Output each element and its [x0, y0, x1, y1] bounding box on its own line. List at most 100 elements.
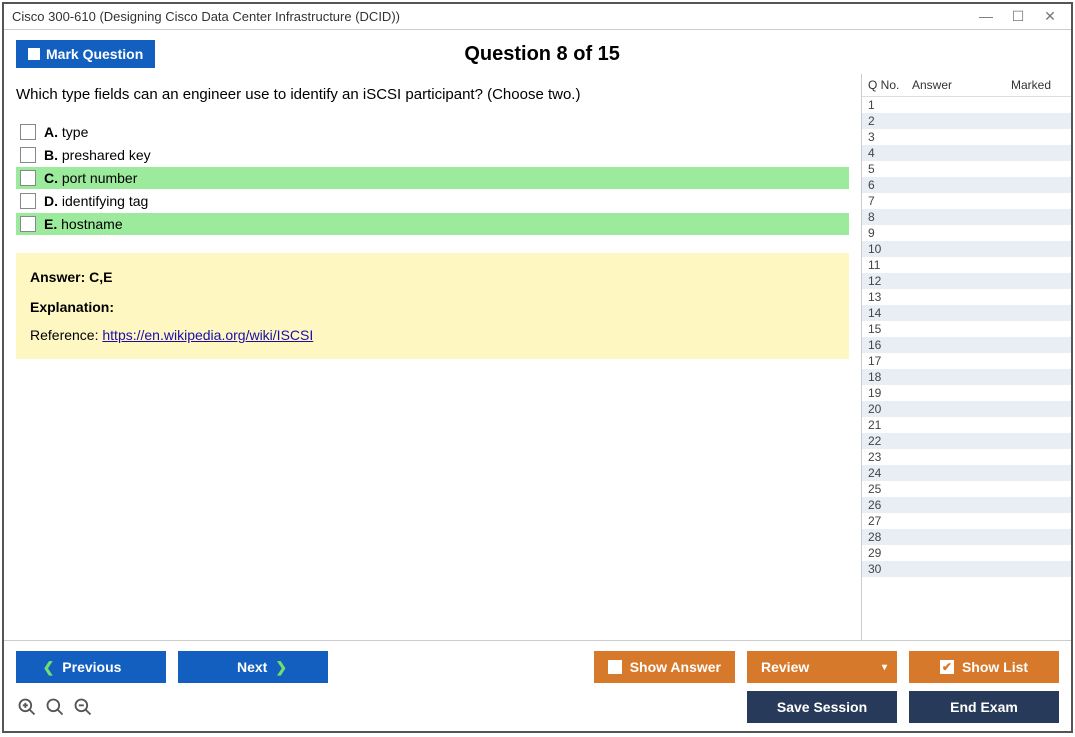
list-header: Q No. Answer Marked — [862, 74, 1071, 97]
show-answer-label: Show Answer — [630, 659, 721, 675]
list-row[interactable]: 23 — [862, 449, 1071, 465]
list-row[interactable]: 22 — [862, 433, 1071, 449]
choice-label: B. preshared key — [44, 147, 151, 163]
question-text: Which type fields can an engineer use to… — [16, 86, 849, 103]
col-qno: Q No. — [868, 78, 912, 92]
mark-question-label: Mark Question — [46, 46, 143, 62]
list-row[interactable]: 21 — [862, 417, 1071, 433]
list-row[interactable]: 6 — [862, 177, 1071, 193]
list-row[interactable]: 18 — [862, 369, 1071, 385]
list-row[interactable]: 17 — [862, 353, 1071, 369]
previous-button[interactable]: ❮ Previous — [16, 651, 166, 683]
choice-c[interactable]: C. port number — [16, 167, 849, 189]
save-session-label: Save Session — [777, 699, 867, 715]
list-row[interactable]: 20 — [862, 401, 1071, 417]
choice-d[interactable]: D. identifying tag — [16, 190, 849, 212]
zoom-in-icon[interactable] — [44, 696, 66, 718]
zoom-controls — [16, 696, 94, 718]
choice-e[interactable]: E. hostname — [16, 213, 849, 235]
list-row[interactable]: 28 — [862, 529, 1071, 545]
choice-list: A. type B. preshared key C. port number D. … — [16, 121, 849, 235]
explanation-heading: Explanation: — [30, 299, 835, 315]
reference-prefix: Reference: — [30, 327, 102, 343]
choice-label: D. identifying tag — [44, 193, 148, 209]
col-marked: Marked — [982, 78, 1065, 92]
checkbox-icon[interactable] — [20, 124, 36, 140]
list-row[interactable]: 26 — [862, 497, 1071, 513]
list-row[interactable]: 1 — [862, 97, 1071, 113]
checkbox-icon — [608, 660, 622, 674]
footer-row-2: Save Session End Exam — [16, 691, 1059, 723]
next-label: Next — [237, 659, 267, 675]
list-row[interactable]: 12 — [862, 273, 1071, 289]
list-row[interactable]: 3 — [862, 129, 1071, 145]
window-title: Cisco 300-610 (Designing Cisco Data Cent… — [12, 9, 400, 24]
content: Mark Question Question 8 of 15 Which typ… — [4, 30, 1071, 731]
question-counter: Question 8 of 15 — [155, 43, 929, 66]
list-row[interactable]: 19 — [862, 385, 1071, 401]
question-list-pane: Q No. Answer Marked 12345678910111213141… — [861, 74, 1071, 640]
choice-b[interactable]: B. preshared key — [16, 144, 849, 166]
answer-line: Answer: C,E — [30, 269, 835, 285]
next-button[interactable]: Next ❯ — [178, 651, 328, 683]
body-row: Which type fields can an engineer use to… — [4, 74, 1071, 640]
footer-row-1: ❮ Previous Next ❯ Show Answer Review ▾ — [16, 651, 1059, 683]
chevron-right-icon: ❯ — [275, 659, 287, 676]
header-row: Mark Question Question 8 of 15 — [4, 30, 1071, 74]
list-row[interactable]: 16 — [862, 337, 1071, 353]
list-row[interactable]: 7 — [862, 193, 1071, 209]
list-row[interactable]: 8 — [862, 209, 1071, 225]
question-pane: Which type fields can an engineer use to… — [4, 74, 861, 640]
maximize-icon[interactable]: ☐ — [1011, 8, 1025, 25]
list-row[interactable]: 13 — [862, 289, 1071, 305]
save-session-button[interactable]: Save Session — [747, 691, 897, 723]
checkbox-checked-icon: ✔ — [940, 660, 954, 674]
list-row[interactable]: 15 — [862, 321, 1071, 337]
choice-label: E. hostname — [44, 216, 123, 232]
list-row[interactable]: 2 — [862, 113, 1071, 129]
chevron-left-icon: ❮ — [43, 659, 55, 676]
choice-a[interactable]: A. type — [16, 121, 849, 143]
checkbox-icon[interactable] — [20, 216, 36, 232]
checkbox-icon — [28, 48, 40, 60]
list-row[interactable]: 9 — [862, 225, 1071, 241]
list-row[interactable]: 29 — [862, 545, 1071, 561]
footer: ❮ Previous Next ❯ Show Answer Review ▾ — [4, 640, 1071, 731]
zoom-out-icon[interactable] — [72, 696, 94, 718]
end-exam-label: End Exam — [950, 699, 1018, 715]
choice-label: A. type — [44, 124, 88, 140]
list-row[interactable]: 11 — [862, 257, 1071, 273]
window-controls: — ☐ ✕ — [979, 8, 1063, 25]
list-row[interactable]: 14 — [862, 305, 1071, 321]
reference-line: Reference: https://en.wikipedia.org/wiki… — [30, 327, 835, 343]
app-window: Cisco 300-610 (Designing Cisco Data Cent… — [2, 2, 1073, 733]
list-row[interactable]: 4 — [862, 145, 1071, 161]
list-row[interactable]: 25 — [862, 481, 1071, 497]
show-list-label: Show List — [962, 659, 1028, 675]
list-row[interactable]: 5 — [862, 161, 1071, 177]
list-row[interactable]: 30 — [862, 561, 1071, 577]
list-body[interactable]: 1234567891011121314151617181920212223242… — [862, 97, 1071, 640]
checkbox-icon[interactable] — [20, 170, 36, 186]
list-row[interactable]: 10 — [862, 241, 1071, 257]
explanation-panel: Answer: C,E Explanation: Reference: http… — [16, 253, 849, 359]
close-icon[interactable]: ✕ — [1043, 8, 1057, 25]
show-answer-button[interactable]: Show Answer — [594, 651, 735, 683]
mark-question-button[interactable]: Mark Question — [16, 40, 155, 68]
show-list-button[interactable]: ✔ Show List — [909, 651, 1059, 683]
review-label: Review — [761, 659, 809, 675]
chevron-down-icon: ▾ — [882, 662, 887, 673]
checkbox-icon[interactable] — [20, 193, 36, 209]
end-exam-button[interactable]: End Exam — [909, 691, 1059, 723]
previous-label: Previous — [62, 659, 121, 675]
zoom-reset-icon[interactable] — [16, 696, 38, 718]
checkbox-icon[interactable] — [20, 147, 36, 163]
choice-label: C. port number — [44, 170, 137, 186]
list-row[interactable]: 27 — [862, 513, 1071, 529]
review-dropdown[interactable]: Review ▾ — [747, 651, 897, 683]
col-answer: Answer — [912, 78, 982, 92]
reference-link[interactable]: https://en.wikipedia.org/wiki/ISCSI — [102, 327, 313, 343]
minimize-icon[interactable]: — — [979, 8, 993, 25]
list-row[interactable]: 24 — [862, 465, 1071, 481]
titlebar: Cisco 300-610 (Designing Cisco Data Cent… — [4, 4, 1071, 30]
